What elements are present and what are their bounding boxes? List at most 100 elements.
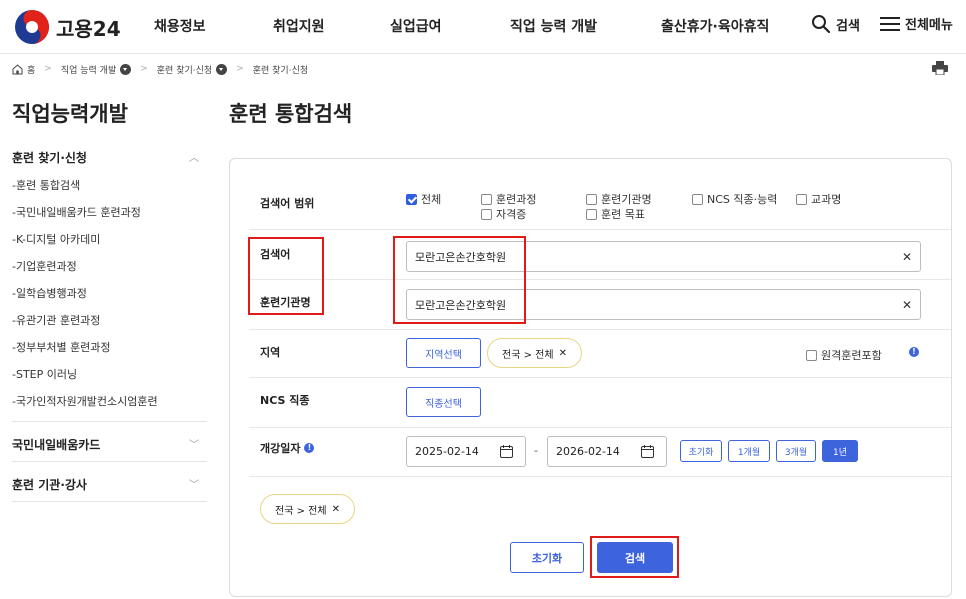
checkbox-icon — [806, 349, 817, 361]
sidebar-item-consortium[interactable]: -국가인적자원개발컨소시엄훈련 — [12, 393, 158, 409]
taegeuk-logo-icon — [15, 10, 49, 44]
remote-training-checkbox[interactable]: 원격훈련포함 — [806, 347, 882, 363]
region-select-button[interactable]: 지역선택 — [406, 338, 481, 368]
highlight-labels-box — [248, 237, 324, 315]
scope-course-checkbox[interactable]: 훈련과정 — [481, 191, 536, 207]
date-label-group: 개강일자 ! — [260, 440, 315, 456]
all-menu-label: 전체메뉴 — [905, 18, 953, 33]
nav-item-employment-support[interactable]: 취업지원 — [273, 16, 325, 36]
sidebar-group-label: 국민내일배움카드 — [12, 438, 101, 452]
checkbox-icon — [586, 208, 597, 220]
date-to-value: 2026-02-14 — [556, 445, 620, 458]
logo-text: 고용24 — [56, 16, 121, 41]
sidebar-divider — [12, 461, 207, 462]
scope-ncs-checkbox[interactable]: NCS 직종·능력 — [692, 191, 777, 207]
nav-item-vocational-training[interactable]: 직업 능력 개발 — [510, 16, 597, 36]
period-reset-button[interactable]: 초기화 — [680, 440, 722, 462]
checkbox-label: NCS 직종·능력 — [707, 193, 778, 206]
breadcrumb-home[interactable]: 홈 — [27, 63, 35, 76]
checkbox-icon — [586, 193, 597, 205]
breadcrumb-separator-icon: > — [44, 64, 52, 74]
nav-item-unemployment-benefit[interactable]: 실업급여 — [390, 16, 442, 36]
breadcrumb-training-search[interactable]: 훈련 찾기·신청 — [157, 63, 212, 76]
sidebar-item-corporate[interactable]: -기업훈련과정 — [12, 258, 77, 274]
region-chip-label: 전국 > 전체 — [502, 349, 554, 361]
breadcrumb-dropdown-icon[interactable] — [120, 63, 132, 75]
checkbox-icon — [692, 193, 703, 205]
header-search-button[interactable]: 검색 — [811, 14, 860, 34]
row-divider — [249, 279, 951, 280]
period-1year-button[interactable]: 1년 — [822, 440, 858, 462]
selected-region-chip[interactable]: 전국 > 전체 ✕ — [260, 494, 355, 524]
date-to-input[interactable]: 2026-02-14 — [547, 436, 667, 467]
sidebar-group-label: 훈련 찾기·신청 — [12, 151, 87, 165]
search-icon — [812, 15, 831, 34]
row-divider — [249, 377, 951, 378]
checkbox-label: 자격증 — [496, 208, 527, 221]
reset-button[interactable]: 초기화 — [510, 542, 584, 573]
breadcrumb: 홈 > 직업 능력 개발 > 훈련 찾기·신청 > 훈련 찾기·신청 — [12, 62, 308, 76]
nav-item-parental-leave[interactable]: 출산휴가·육아휴직 — [661, 16, 769, 36]
scope-institution-checkbox[interactable]: 훈련기관명 — [586, 191, 652, 207]
ncs-select-button[interactable]: 직종선택 — [406, 387, 481, 417]
scope-all-checkbox[interactable]: 전체 — [406, 191, 441, 207]
breadcrumb-separator-icon: > — [236, 64, 244, 74]
site-logo[interactable]: 고용24 — [14, 9, 121, 45]
date-separator: - — [534, 444, 538, 457]
sidebar-group-institution[interactable]: 훈련 기관·강사 ﹀ — [12, 476, 207, 493]
scope-goal-checkbox[interactable]: 훈련 목표 — [586, 206, 645, 222]
chevron-up-icon: ︿ — [189, 153, 199, 164]
scope-certificate-checkbox[interactable]: 자격증 — [481, 206, 526, 222]
sidebar-divider — [12, 421, 207, 422]
row-divider — [249, 329, 951, 330]
selected-chip-label: 전국 > 전체 — [275, 505, 327, 517]
info-icon[interactable]: ! — [909, 347, 919, 357]
sidebar-group-training-search[interactable]: 훈련 찾기·신청 ︿ — [12, 149, 207, 166]
clear-icon[interactable]: ✕ — [902, 298, 912, 312]
calendar-icon[interactable] — [641, 445, 654, 458]
date-from-input[interactable]: 2025-02-14 — [406, 436, 526, 467]
checkbox-label: 훈련기관명 — [601, 193, 652, 206]
checkbox-checked-icon — [406, 193, 417, 205]
highlight-inputs-box — [393, 236, 526, 324]
all-menu-button[interactable]: 전체메뉴 — [879, 14, 953, 33]
sidebar-item-work-study[interactable]: -일학습병행과정 — [12, 285, 87, 301]
print-icon[interactable] — [932, 61, 948, 75]
checkbox-label: 전체 — [421, 193, 442, 206]
remove-icon[interactable]: ✕ — [332, 504, 340, 515]
scope-subject-checkbox[interactable]: 교과명 — [796, 191, 841, 207]
region-chip[interactable]: 전국 > 전체 ✕ — [487, 338, 582, 368]
sidebar-title: 직업능력개발 — [12, 102, 128, 126]
row-divider — [249, 476, 951, 477]
hamburger-menu-icon — [880, 16, 900, 31]
checkbox-icon — [481, 193, 492, 205]
period-1month-button[interactable]: 1개월 — [728, 440, 770, 462]
date-label: 개강일자 — [260, 442, 301, 455]
header-search-label: 검색 — [836, 18, 860, 34]
sidebar-item-k-digital[interactable]: -K-디지털 아카데미 — [12, 231, 100, 247]
chevron-down-icon: ﹀ — [189, 440, 199, 451]
checkbox-icon — [796, 193, 807, 205]
sidebar-item-related-agencies[interactable]: -유관기관 훈련과정 — [12, 312, 100, 328]
sidebar-group-naeil-card[interactable]: 국민내일배움카드 ﹀ — [12, 436, 207, 453]
home-icon[interactable] — [12, 63, 23, 75]
sidebar-item-naeil-card[interactable]: -국민내일배움카드 훈련과정 — [12, 204, 141, 220]
sidebar-group-label: 훈련 기관·강사 — [12, 478, 87, 492]
sidebar-item-ministry[interactable]: -정부부처별 훈련과정 — [12, 339, 111, 355]
sidebar-item-integrated-search[interactable]: -훈련 통합검색 — [12, 177, 80, 193]
sidebar-item-step[interactable]: -STEP 이러닝 — [12, 366, 77, 382]
breadcrumb-vocational[interactable]: 직업 능력 개발 — [61, 63, 116, 76]
checkbox-label: 원격훈련포함 — [821, 349, 882, 362]
nav-item-jobs[interactable]: 채용정보 — [154, 16, 206, 36]
highlight-search-button-box — [590, 536, 679, 578]
info-icon[interactable]: ! — [304, 443, 315, 453]
calendar-icon[interactable] — [500, 445, 513, 458]
period-3month-button[interactable]: 3개월 — [776, 440, 816, 462]
region-label: 지역 — [260, 346, 281, 359]
breadcrumb-dropdown-icon[interactable] — [216, 63, 228, 75]
remove-icon[interactable]: ✕ — [559, 348, 567, 359]
clear-icon[interactable]: ✕ — [902, 250, 912, 264]
ncs-label: NCS 직종 — [260, 394, 310, 407]
checkbox-label: 훈련 목표 — [601, 208, 645, 221]
page-title: 훈련 통합검색 — [229, 102, 353, 126]
